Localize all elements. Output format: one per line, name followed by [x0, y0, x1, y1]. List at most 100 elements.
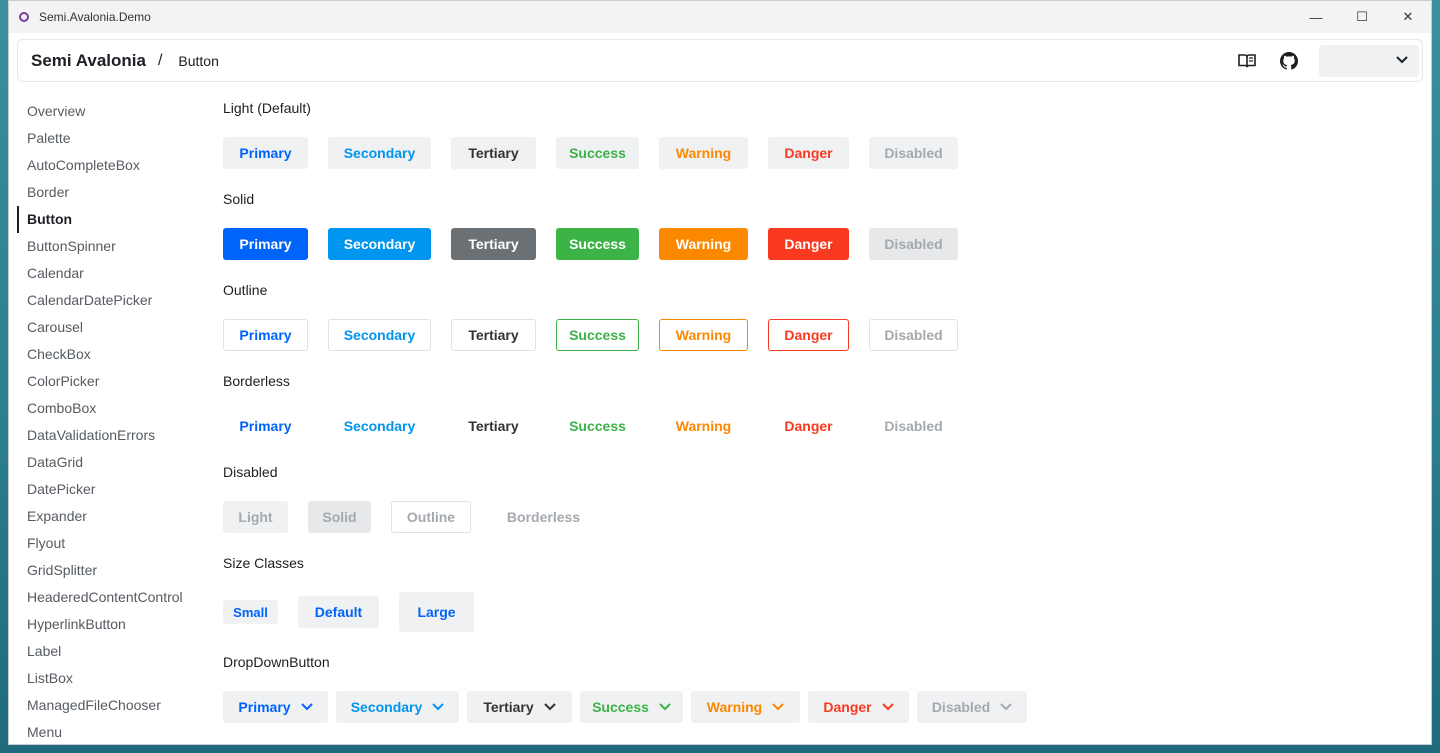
borderless-success-button[interactable]: Success [556, 410, 639, 442]
chevron-down-icon [432, 703, 445, 711]
sidebar-item-calendar[interactable]: Calendar [17, 260, 207, 287]
disabled-solid-button-label: Solid [322, 509, 357, 525]
docs-book-icon[interactable] [1235, 49, 1259, 73]
sidebar-item-calendardatepicker[interactable]: CalendarDatePicker [17, 287, 207, 314]
outline-secondary-button[interactable]: Secondary [328, 319, 431, 351]
outline-disabled-button[interactable]: Disabled [869, 319, 958, 351]
sidebar-item-managedfilechooser[interactable]: ManagedFileChooser [17, 692, 207, 719]
size-default-button[interactable]: Default [298, 596, 379, 628]
solid-danger-button[interactable]: Danger [768, 228, 849, 260]
light-success-button[interactable]: Success [556, 137, 639, 169]
sidebar-item-border[interactable]: Border [17, 179, 207, 206]
maximize-button[interactable]: ☐ [1339, 1, 1385, 33]
theme-dropdown[interactable] [1319, 44, 1419, 77]
size-default-button-label: Default [314, 604, 363, 620]
sidebar-item-buttonspinner[interactable]: ButtonSpinner [17, 233, 207, 260]
solid-disabled-button[interactable]: Disabled [869, 228, 958, 260]
borderless-disabled-button-label: Disabled [884, 418, 943, 434]
solid-secondary-button[interactable]: Secondary [328, 228, 431, 260]
dropdown-danger-button-label: Danger [823, 699, 872, 715]
light-disabled-button[interactable]: Disabled [869, 137, 958, 169]
dropdown-danger-button[interactable]: Danger [808, 691, 909, 723]
sidebar-item-flyout[interactable]: Flyout [17, 530, 207, 557]
light-warning-button-label: Warning [675, 145, 732, 161]
outline-success-button[interactable]: Success [556, 319, 639, 351]
section-title-light: Light (Default) [223, 100, 311, 116]
sidebar-item-autocompletebox[interactable]: AutoCompleteBox [17, 152, 207, 179]
light-disabled-button-label: Disabled [884, 145, 943, 161]
dropdown-success-button-label: Success [592, 699, 649, 715]
disabled-borderless-button: Borderless [491, 501, 596, 533]
outline-primary-button[interactable]: Primary [223, 319, 308, 351]
sidebar-item-gridsplitter[interactable]: GridSplitter [17, 557, 207, 584]
sidebar-item-label[interactable]: Label [17, 638, 207, 665]
sidebar-item-palette[interactable]: Palette [17, 125, 207, 152]
solid-tertiary-button-label: Tertiary [468, 236, 519, 252]
github-icon[interactable] [1277, 49, 1301, 73]
dropdown-success-button[interactable]: Success [580, 691, 683, 723]
sidebar-item-menu[interactable]: Menu [17, 719, 207, 744]
dropdown-primary-button[interactable]: Primary [223, 691, 328, 723]
sidebar-item-datavalidationerrors[interactable]: DataValidationErrors [17, 422, 207, 449]
sidebar-item-combobox[interactable]: ComboBox [17, 395, 207, 422]
solid-warning-button[interactable]: Warning [659, 228, 748, 260]
close-button[interactable]: ✕ [1385, 1, 1431, 33]
chevron-down-icon [300, 703, 313, 711]
chevron-down-icon [659, 703, 671, 711]
breadcrumb-separator: / [157, 51, 163, 69]
sidebar-item-datepicker[interactable]: DatePicker [17, 476, 207, 503]
borderless-disabled-button[interactable]: Disabled [869, 410, 958, 442]
window-title: Semi.Avalonia.Demo [39, 10, 151, 24]
outline-disabled-button-label: Disabled [884, 327, 943, 343]
sidebar-item-hyperlinkbutton[interactable]: HyperlinkButton [17, 611, 207, 638]
light-secondary-button[interactable]: Secondary [328, 137, 431, 169]
size-large-button-label: Large [417, 604, 456, 620]
solid-secondary-button-label: Secondary [343, 236, 416, 252]
dropdown-primary-button-label: Primary [238, 699, 291, 715]
sidebar-item-overview[interactable]: Overview [17, 98, 207, 125]
borderless-primary-button[interactable]: Primary [223, 410, 308, 442]
section-title-dropdown: DropDownButton [223, 654, 330, 670]
dropdown-disabled-button[interactable]: Disabled [917, 691, 1027, 723]
dropdown-secondary-button-label: Secondary [350, 699, 423, 715]
outline-tertiary-button[interactable]: Tertiary [451, 319, 536, 351]
sidebar-item-expander[interactable]: Expander [17, 503, 207, 530]
solid-success-button[interactable]: Success [556, 228, 639, 260]
borderless-warning-button[interactable]: Warning [659, 410, 748, 442]
dropdown-warning-button[interactable]: Warning [691, 691, 800, 723]
chevron-down-icon [543, 703, 556, 711]
sidebar-item-listbox[interactable]: ListBox [17, 665, 207, 692]
borderless-danger-button[interactable]: Danger [768, 410, 849, 442]
outline-warning-button-label: Warning [675, 327, 732, 343]
dropdown-tertiary-button-label: Tertiary [483, 699, 534, 715]
outline-warning-button[interactable]: Warning [659, 319, 748, 351]
size-large-button[interactable]: Large [399, 592, 474, 632]
dropdown-secondary-button[interactable]: Secondary [336, 691, 459, 723]
borderless-secondary-button[interactable]: Secondary [328, 410, 431, 442]
borderless-danger-button-label: Danger [784, 418, 833, 434]
sidebar-item-checkbox[interactable]: CheckBox [17, 341, 207, 368]
outline-danger-button[interactable]: Danger [768, 319, 849, 351]
sidebar-item-headeredcontentcontrol[interactable]: HeaderedContentControl [17, 584, 207, 611]
minimize-button[interactable]: — [1293, 1, 1339, 33]
disabled-light-button: Light [223, 501, 288, 533]
sidebar-item-carousel[interactable]: Carousel [17, 314, 207, 341]
solid-tertiary-button[interactable]: Tertiary [451, 228, 536, 260]
solid-primary-button[interactable]: Primary [223, 228, 308, 260]
light-danger-button[interactable]: Danger [768, 137, 849, 169]
outline-tertiary-button-label: Tertiary [468, 327, 519, 343]
light-primary-button[interactable]: Primary [223, 137, 308, 169]
borderless-tertiary-button-label: Tertiary [468, 418, 519, 434]
light-tertiary-button[interactable]: Tertiary [451, 137, 536, 169]
outline-secondary-button-label: Secondary [343, 327, 416, 343]
dropdown-tertiary-button[interactable]: Tertiary [467, 691, 572, 723]
size-small-button[interactable]: Small [223, 600, 278, 624]
disabled-outline-button-label: Outline [406, 509, 456, 525]
disabled-light-button-label: Light [238, 509, 273, 525]
light-warning-button[interactable]: Warning [659, 137, 748, 169]
sidebar-item-colorpicker[interactable]: ColorPicker [17, 368, 207, 395]
sidebar-item-datagrid[interactable]: DataGrid [17, 449, 207, 476]
sidebar-item-button[interactable]: Button [17, 206, 207, 233]
borderless-tertiary-button[interactable]: Tertiary [451, 410, 536, 442]
size-small-button-label: Small [233, 604, 268, 620]
